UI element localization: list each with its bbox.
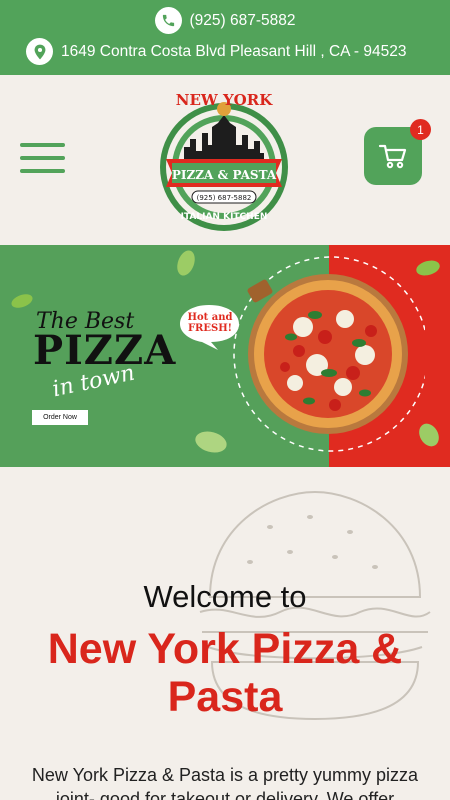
logo-italian-kitchen: ITALIAN KITCHEN — [181, 212, 268, 222]
contact-bar: (925) 687-5882 1649 Contra Costa Blvd Pl… — [0, 0, 450, 75]
location-pin-icon — [26, 38, 53, 65]
welcome-heading: Welcome to — [143, 579, 307, 614]
hero-banner: The Best PIZZA in town Order Now Hot and… — [0, 245, 450, 467]
restaurant-name-heading: New York Pizza & Pasta — [47, 625, 403, 721]
welcome-section: Welcome to New York Pizza & Pasta New Yo… — [0, 467, 450, 800]
phone-number-link[interactable]: (925) 687-5882 — [190, 12, 296, 30]
shopping-cart-icon — [378, 144, 407, 169]
hot-and-fresh-label: Hot and FRESH! — [187, 312, 233, 334]
welcome-description: New York Pizza & Pasta is a pretty yummy… — [31, 765, 419, 800]
address-row[interactable]: 1649 Contra Costa Blvd Pleasant Hill , C… — [26, 38, 450, 65]
order-now-button[interactable]: Order Now — [32, 410, 88, 425]
logo-new-york: NEW YORK — [176, 91, 273, 109]
logo-phone: (925) 687-5882 — [197, 194, 252, 202]
address-link[interactable]: 1649 Contra Costa Blvd Pleasant Hill , C… — [61, 43, 407, 61]
phone-row[interactable]: (925) 687-5882 — [0, 7, 450, 34]
logo-pizza-pasta: PIZZA & PASTA — [172, 168, 277, 182]
pizza-image — [233, 256, 425, 452]
site-logo[interactable]: PIZZA & PASTA NEW YORK (925) 687-5882 IT… — [152, 87, 297, 237]
hamburger-menu-icon[interactable] — [20, 143, 65, 173]
site-header: PIZZA & PASTA NEW YORK (925) 687-5882 IT… — [0, 75, 450, 245]
phone-icon[interactable] — [154, 7, 182, 34]
cart-count-badge: 1 — [410, 119, 431, 140]
